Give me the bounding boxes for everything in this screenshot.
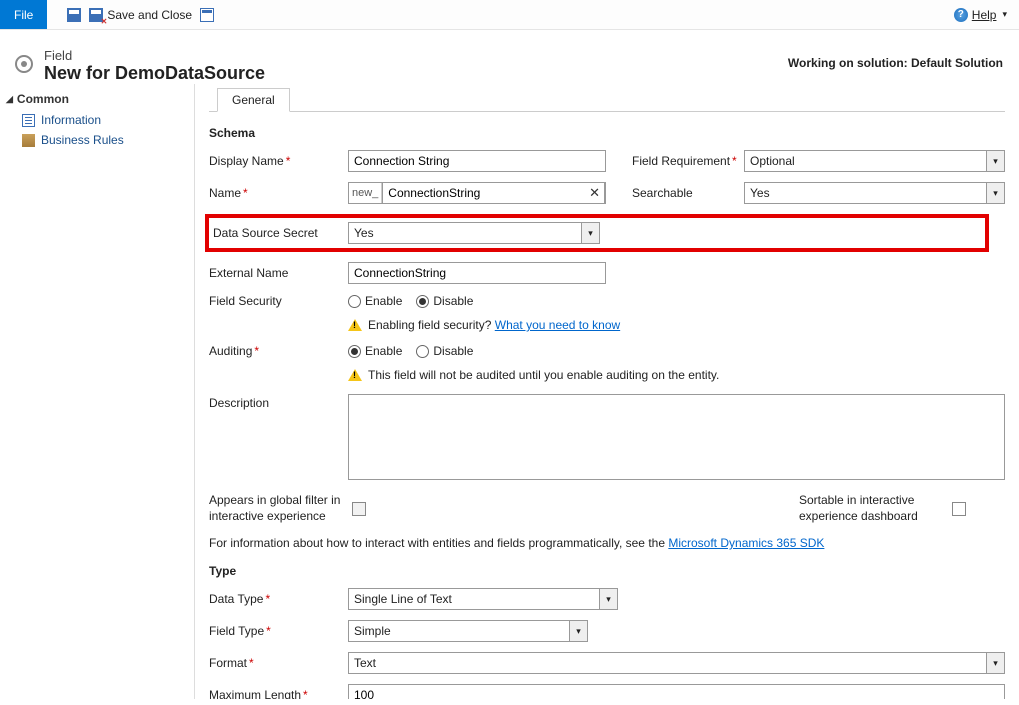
section-type-title: Type [209,564,1005,578]
highlighted-field: Data Source Secret Yes ▾ [205,214,989,252]
chevron-down-icon: ▾ [599,589,617,609]
field-type-select[interactable]: Simple ▾ [348,620,588,642]
sidebar-group-common[interactable]: ◢ Common [6,92,188,106]
searchable-label: Searchable [632,186,693,200]
business-rules-icon [22,134,35,147]
chevron-down-icon: ▾ [569,621,587,641]
external-name-label: External Name [209,266,288,280]
display-name-input[interactable] [348,150,606,172]
name-prefix: new_ [349,183,382,203]
toolbar: File Save and Close ? Help ▾ [0,0,1019,30]
chevron-down-icon: ▾ [986,151,1004,171]
format-select[interactable]: Text ▾ [348,652,1005,674]
searchable-select[interactable]: Yes ▾ [744,182,1005,204]
data-type-value: Single Line of Text [354,592,452,606]
sidebar-item-information[interactable]: Information [6,110,188,130]
save-close-label: Save and Close [107,8,192,22]
help-menu[interactable]: ? Help ▾ [954,0,1019,29]
field-requirement-label: Field Requirement [632,154,730,168]
field-security-label: Field Security [209,294,282,308]
tab-general[interactable]: General [217,88,290,112]
field-security-enable-radio[interactable] [348,295,361,308]
warning-icon [348,369,362,381]
auditing-disable-radio[interactable] [416,345,429,358]
field-security-disable-radio[interactable] [416,295,429,308]
chevron-down-icon: ▾ [986,653,1004,673]
description-label: Description [209,396,269,410]
name-input[interactable] [382,182,605,204]
disable-label: Disable [433,294,473,308]
global-filter-label: Appears in global filter in interactive … [209,493,344,524]
tab-label: General [232,93,275,107]
page-header: Field New for DemoDataSource Working on … [0,30,1019,84]
save-icon[interactable] [67,8,81,22]
collapse-icon: ◢ [6,94,13,105]
data-type-label: Data Type [209,592,263,606]
entity-type-label: Field [44,48,265,63]
format-value: Text [354,656,376,670]
field-requirement-value: Optional [750,154,795,168]
information-icon [22,114,35,127]
data-source-secret-value: Yes [354,226,374,240]
chevron-down-icon: ▾ [1002,9,1007,20]
entity-icon [12,52,36,76]
max-length-input[interactable] [348,684,1005,699]
data-type-select[interactable]: Single Line of Text ▾ [348,588,618,610]
searchable-value: Yes [750,186,770,200]
external-name-input[interactable] [348,262,606,284]
file-menu-button[interactable]: File [0,0,47,29]
field-type-label: Field Type [209,624,264,638]
disable-label: Disable [433,344,473,358]
auditing-enable-radio[interactable] [348,345,361,358]
sidebar-item-business-rules[interactable]: Business Rules [6,130,188,150]
sidebar-group-label: Common [17,92,69,106]
name-input-wrapper: new_ ✕ [348,182,606,204]
name-label: Name [209,186,241,200]
main-panel: General Schema Display Name* Field Requi… [195,84,1019,699]
help-label: Help [972,8,997,22]
sdk-info: For information about how to interact wi… [209,536,1005,550]
enable-label: Enable [365,344,402,358]
chevron-down-icon: ▾ [986,183,1004,203]
field-security-info: Enabling field security? What you need t… [348,318,1005,332]
sidebar-item-label: Information [41,113,101,127]
page-title: New for DemoDataSource [44,63,265,84]
clear-icon[interactable]: ✕ [589,185,600,201]
file-menu-label: File [14,8,33,22]
format-label: Format [209,656,247,670]
auditing-info: This field will not be audited until you… [348,368,1005,382]
field-requirement-select[interactable]: Optional ▾ [744,150,1005,172]
description-textarea[interactable] [348,394,1005,480]
save-close-button[interactable]: Save and Close [89,8,192,22]
enable-label: Enable [365,294,402,308]
sdk-link[interactable]: Microsoft Dynamics 365 SDK [668,536,824,550]
sidebar: ◢ Common Information Business Rules [0,84,195,699]
global-filter-checkbox[interactable] [352,502,366,516]
tabstrip: General [217,88,1005,112]
data-source-secret-select[interactable]: Yes ▾ [348,222,600,244]
sortable-checkbox[interactable] [952,502,966,516]
save-close-icon [89,8,103,22]
working-solution: Working on solution: Default Solution [788,48,1007,70]
field-security-info-link[interactable]: What you need to know [495,318,620,332]
display-name-label: Display Name [209,154,284,168]
sortable-label: Sortable in interactive experience dashb… [799,493,944,524]
chevron-down-icon: ▾ [581,223,599,243]
help-icon: ? [954,8,968,22]
form-properties-icon[interactable] [200,8,214,22]
max-length-label: Maximum Length [209,688,301,699]
warning-icon [348,319,362,331]
field-type-value: Simple [354,624,391,638]
auditing-label: Auditing [209,344,252,358]
data-source-secret-label: Data Source Secret [213,226,318,240]
section-schema-title: Schema [209,126,1005,140]
sidebar-item-label: Business Rules [41,133,124,147]
